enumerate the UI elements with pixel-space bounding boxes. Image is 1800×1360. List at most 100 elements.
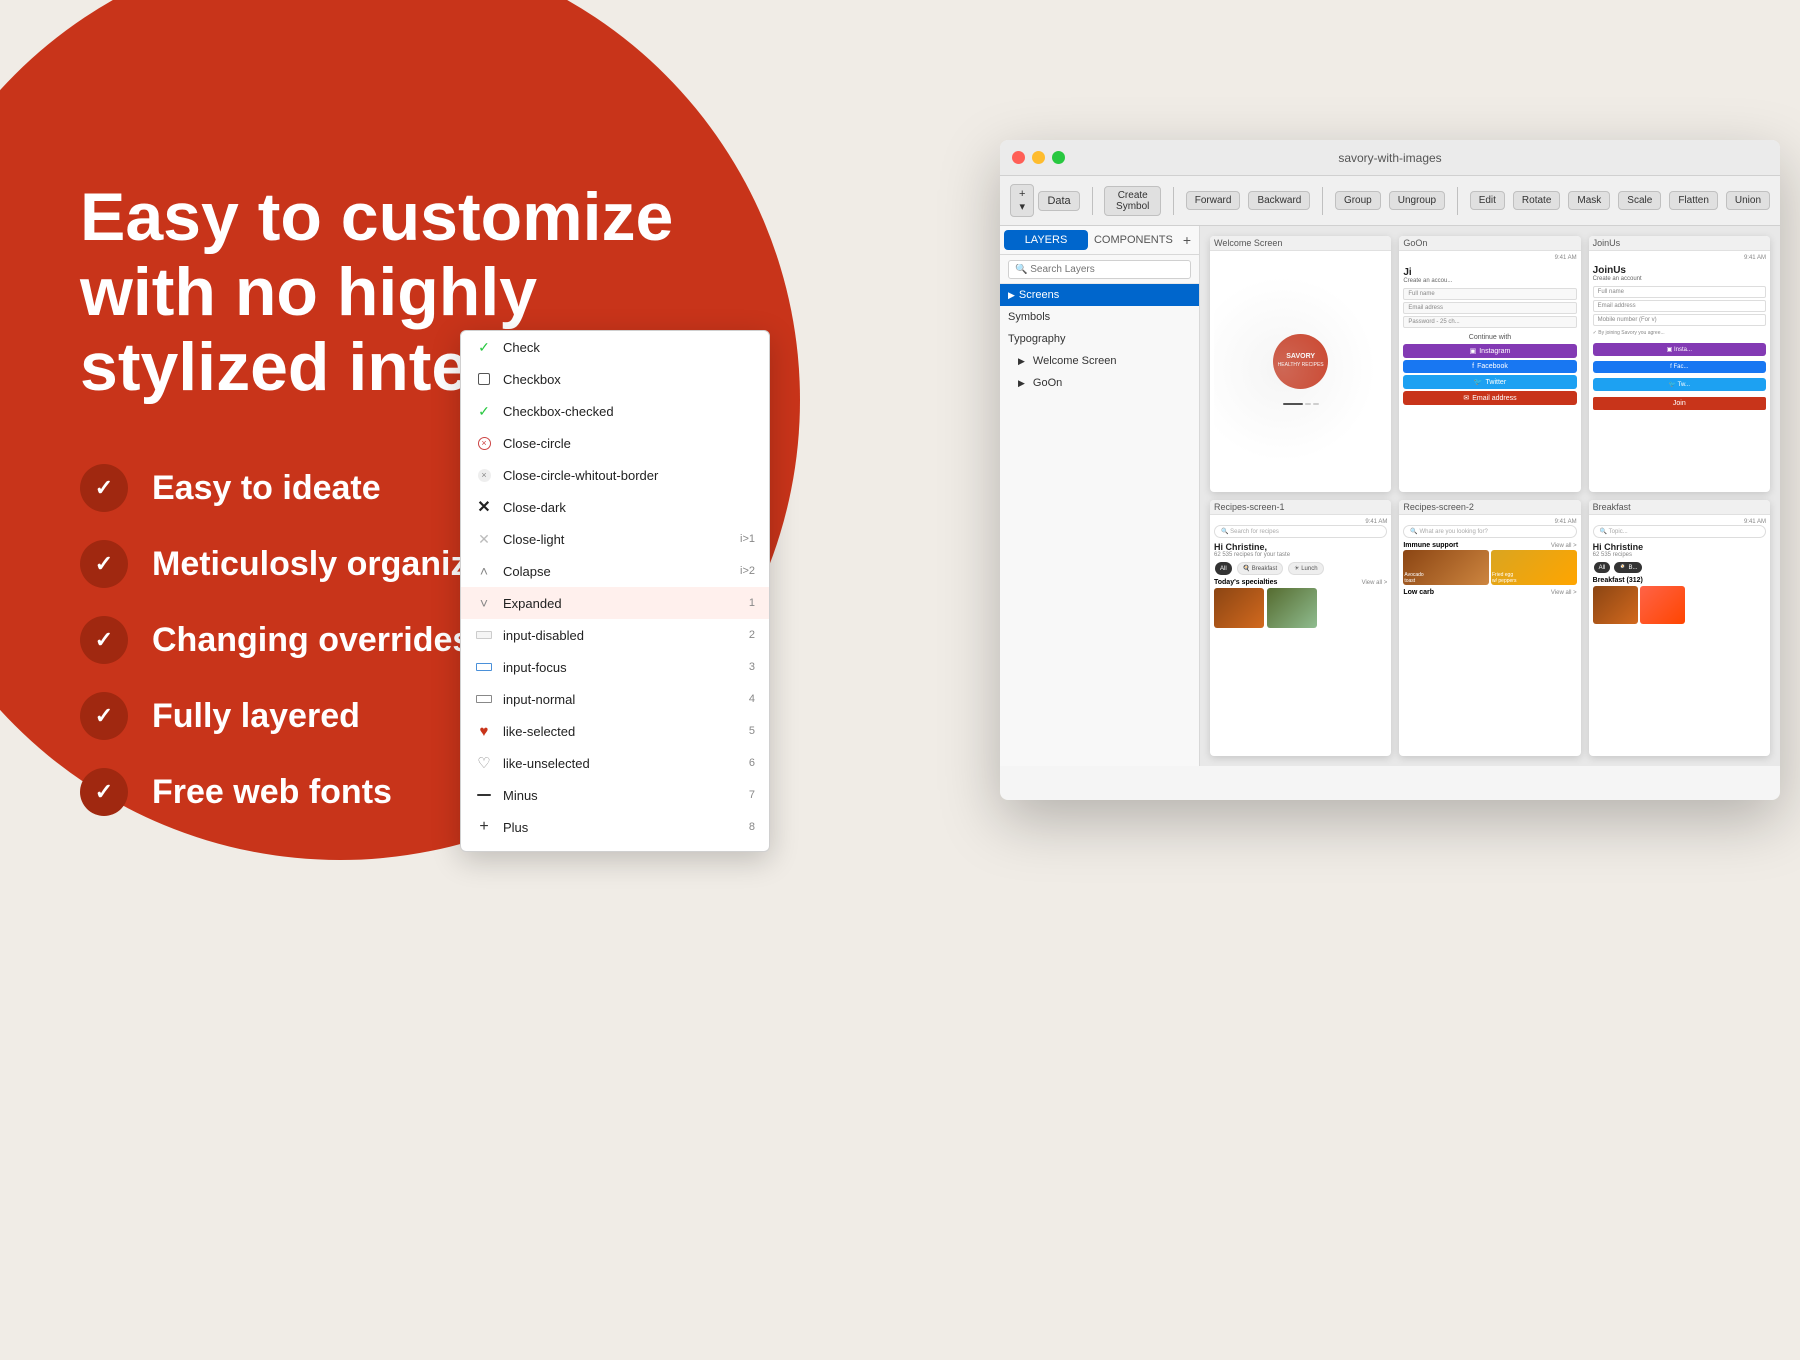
ungroup-button[interactable]: Ungroup bbox=[1389, 191, 1445, 210]
recipes2-immune-view-all[interactable]: View all > bbox=[1551, 543, 1577, 549]
maximize-window-button[interactable] bbox=[1052, 151, 1065, 164]
symbol-item-close-circle-white[interactable]: × Close-circle-whitout-border bbox=[461, 459, 769, 491]
layer-item-typography[interactable]: Typography bbox=[1000, 328, 1199, 350]
minus-icon bbox=[475, 786, 493, 804]
symbol-item-close-dark[interactable]: ✕ Close-dark bbox=[461, 491, 769, 523]
symbol-label-plus: Plus bbox=[503, 820, 528, 835]
scale-button[interactable]: Scale bbox=[1618, 191, 1661, 210]
goon-content: Ji Create an accou... Full name Email ad… bbox=[1403, 267, 1576, 405]
screen-label-recipes1: Recipes-screen-1 bbox=[1210, 500, 1391, 515]
union-button[interactable]: Union bbox=[1726, 191, 1770, 210]
joinus-content: JoinUs Create an account Full name Email… bbox=[1593, 265, 1766, 410]
sketch-app-window: savory-with-images + ▾ Data Create Symbo… bbox=[1000, 140, 1780, 800]
goon-time: 9:41 AM bbox=[1403, 255, 1576, 261]
symbol-item-check[interactable]: ✓ Check bbox=[461, 331, 769, 363]
layers-search-input[interactable] bbox=[1008, 260, 1191, 279]
symbol-item-close-light[interactable]: ✕ Close-light i>1 bbox=[461, 523, 769, 555]
breakfast-subtitle: 62 535 recipes bbox=[1593, 552, 1766, 558]
add-layer-button[interactable]: + bbox=[1179, 230, 1195, 250]
goon-facebook-btn[interactable]: f Facebook bbox=[1403, 360, 1576, 373]
layer-item-symbols[interactable]: Symbols bbox=[1000, 306, 1199, 328]
recipes1-search[interactable]: 🔍 Search for recipes bbox=[1214, 525, 1387, 538]
joinus-mobile-field[interactable]: Mobile number (For v) bbox=[1593, 314, 1766, 326]
close-window-button[interactable] bbox=[1012, 151, 1025, 164]
check-icon-2 bbox=[80, 540, 128, 588]
symbol-dropdown-panel: ✓ Check Checkbox ✓ Checkbox-checked × Cl… bbox=[460, 330, 770, 852]
goon-subtext: Create an accou... bbox=[1403, 278, 1576, 284]
breakfast-filter-all[interactable]: All bbox=[1594, 562, 1611, 573]
minimize-window-button[interactable] bbox=[1032, 151, 1045, 164]
group-button[interactable]: Group bbox=[1335, 191, 1381, 210]
symbol-item-like-unselected[interactable]: ♡ like-unselected 6 bbox=[461, 747, 769, 779]
edit-button[interactable]: Edit bbox=[1470, 191, 1505, 210]
layer-item-goon[interactable]: ▶ GoOn bbox=[1000, 372, 1199, 394]
filter-all[interactable]: All bbox=[1215, 562, 1232, 575]
symbol-item-checkbox-checked[interactable]: ✓ Checkbox-checked bbox=[461, 395, 769, 427]
screen-label-goon: GoOn bbox=[1399, 236, 1580, 251]
breakfast-section-title: Breakfast (312) bbox=[1593, 577, 1766, 584]
symbol-item-checkbox[interactable]: Checkbox bbox=[461, 363, 769, 395]
symbol-label-close-dark: Close-dark bbox=[503, 500, 566, 515]
rotate-button[interactable]: Rotate bbox=[1513, 191, 1560, 210]
recipes2-immune-title: Immune support bbox=[1403, 542, 1458, 549]
symbol-item-colapse[interactable]: ˄ Colapse i>2 bbox=[461, 555, 769, 587]
joinus-facebook-btn[interactable]: f Fac... bbox=[1593, 361, 1766, 373]
data-button[interactable]: Data bbox=[1038, 191, 1079, 211]
joinus-email-field[interactable]: Email address bbox=[1593, 300, 1766, 312]
screen-content-goon: 9:41 AM Ji Create an accou... Full name … bbox=[1399, 251, 1580, 487]
mask-button[interactable]: Mask bbox=[1568, 191, 1610, 210]
symbol-item-expanded[interactable]: ˅ Expanded 1 bbox=[461, 587, 769, 619]
app-screen-recipes1: Recipes-screen-1 9:41 AM 🔍 Search for re… bbox=[1210, 500, 1391, 756]
create-symbol-button[interactable]: Create Symbol bbox=[1104, 186, 1161, 216]
recipe-thumb-2 bbox=[1267, 588, 1317, 628]
symbol-item-minus[interactable]: Minus 7 bbox=[461, 779, 769, 811]
insert-button[interactable]: + ▾ bbox=[1010, 184, 1034, 217]
backward-button[interactable]: Backward bbox=[1248, 191, 1310, 210]
goon-instagram-btn[interactable]: ▣ Instagram bbox=[1403, 344, 1576, 358]
symbol-label-like-unselected: like-unselected bbox=[503, 756, 590, 771]
symbol-number-input-focus: 3 bbox=[749, 661, 755, 673]
screen-content-joinus: 9:41 AM JoinUs Create an account Full na… bbox=[1589, 251, 1770, 487]
layer-label-goon: GoOn bbox=[1033, 377, 1062, 389]
symbol-item-input-focus[interactable]: input-focus 3 bbox=[461, 651, 769, 683]
symbol-item-input-disabled[interactable]: input-disabled 2 bbox=[461, 619, 769, 651]
recipes2-lowcarb-view-all[interactable]: View all > bbox=[1551, 590, 1577, 596]
symbol-item-qty[interactable]: - 1 + Qty qty bbox=[461, 843, 769, 851]
recipes1-view-all[interactable]: View all > bbox=[1362, 580, 1388, 586]
layer-item-screens[interactable]: ▶ Screens bbox=[1000, 284, 1199, 306]
window-controls bbox=[1012, 151, 1065, 164]
goon-password-field[interactable]: Password - 25 ch... bbox=[1403, 316, 1576, 328]
symbol-item-like-selected[interactable]: ♥ like-selected 5 bbox=[461, 715, 769, 747]
screen-content-welcome: SAVORYHEALTHY RECIPES bbox=[1210, 251, 1391, 487]
goon-twitter-btn[interactable]: 🐦 Twitter bbox=[1403, 375, 1576, 389]
filter-breakfast[interactable]: 🍳 Breakfast bbox=[1237, 562, 1283, 575]
tab-layers[interactable]: LAYERS bbox=[1004, 230, 1088, 250]
breakfast-thumb-2 bbox=[1640, 586, 1685, 624]
symbol-item-plus[interactable]: + Plus 8 bbox=[461, 811, 769, 843]
goon-email-btn[interactable]: ✉ Email address bbox=[1403, 391, 1576, 405]
recipes2-search[interactable]: 🔍 What are you looking for? bbox=[1403, 525, 1576, 538]
symbol-item-close-circle[interactable]: × Close-circle bbox=[461, 427, 769, 459]
app-screen-welcome: Welcome Screen SAVORYHEALTHY RECIPES bbox=[1210, 236, 1391, 492]
layer-item-welcome[interactable]: ▶ Welcome Screen bbox=[1000, 350, 1199, 372]
symbol-number-plus: 8 bbox=[749, 821, 755, 833]
screen-label-joinus: JoinUs bbox=[1589, 236, 1770, 251]
forward-button[interactable]: Forward bbox=[1186, 191, 1241, 210]
checkbox-icon bbox=[475, 370, 493, 388]
breakfast-filter-b[interactable]: 🍳 B... bbox=[1614, 562, 1642, 573]
symbol-item-input-normal[interactable]: input-normal 4 bbox=[461, 683, 769, 715]
joinus-twitter-btn[interactable]: 🐦 Tw... bbox=[1593, 378, 1766, 391]
breakfast-greeting: Hi Christine bbox=[1593, 542, 1766, 552]
filter-lunch[interactable]: ☀ Lunch bbox=[1288, 562, 1323, 575]
window-title: savory-with-images bbox=[1012, 151, 1768, 165]
joinus-signup-btn[interactable]: Join bbox=[1593, 397, 1766, 410]
flatten-button[interactable]: Flatten bbox=[1669, 191, 1718, 210]
tab-components[interactable]: COMPONENTS bbox=[1090, 230, 1177, 250]
goon-fullname-field[interactable]: Full name bbox=[1403, 288, 1576, 300]
breakfast-search[interactable]: 🔍 Topic... bbox=[1593, 525, 1766, 538]
joinus-instagram-btn[interactable]: ▣ Insta... bbox=[1593, 343, 1766, 356]
checkbox-checked-icon: ✓ bbox=[475, 402, 493, 420]
app-screen-goon: GoOn 9:41 AM Ji Create an accou... Full … bbox=[1399, 236, 1580, 492]
goon-email-field[interactable]: Email adress bbox=[1403, 302, 1576, 314]
joinus-name-field[interactable]: Full name bbox=[1593, 286, 1766, 298]
